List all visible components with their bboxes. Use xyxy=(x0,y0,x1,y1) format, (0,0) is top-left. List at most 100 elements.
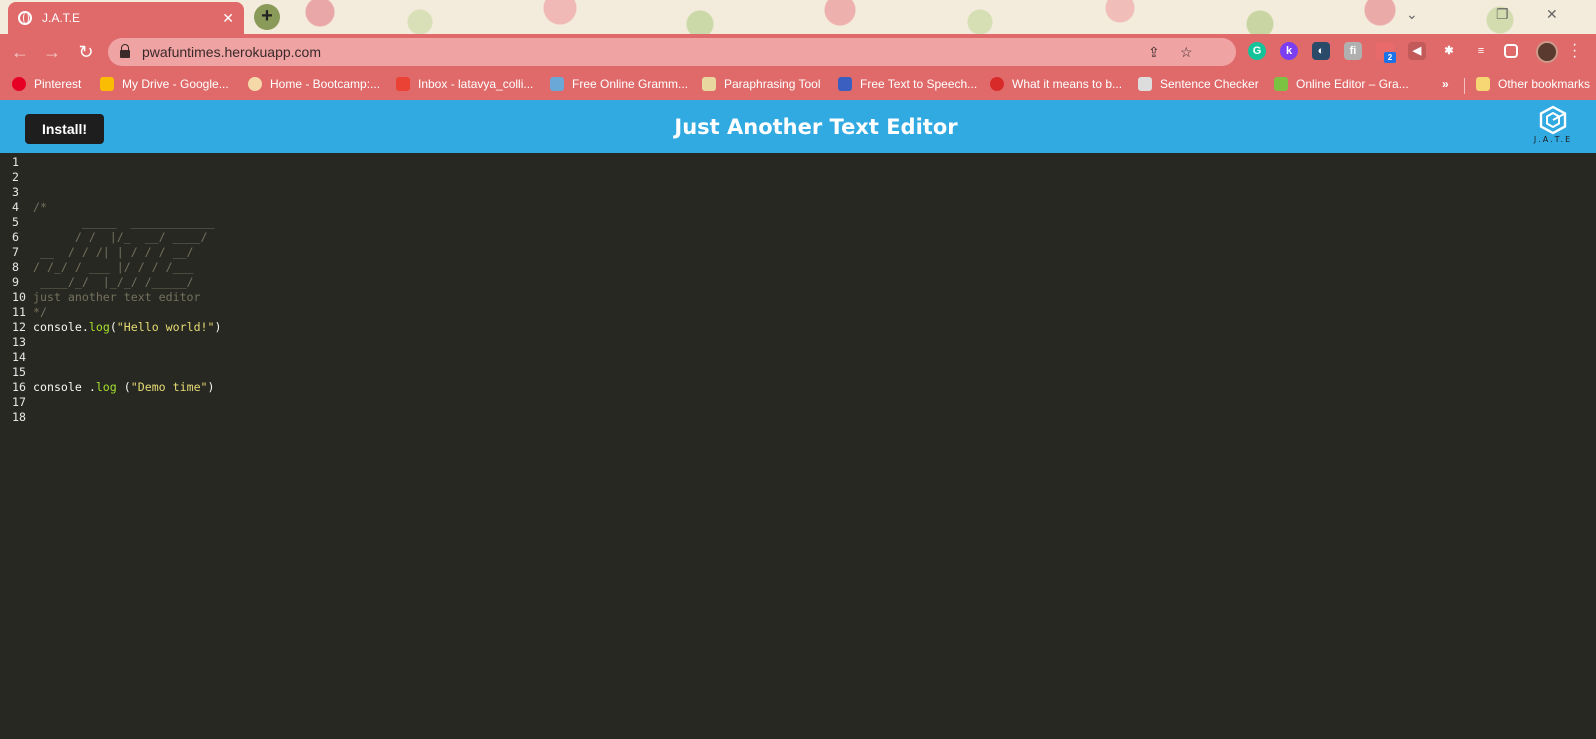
bookmark-text-to-speech[interactable]: Free Text to Speech... xyxy=(838,77,977,91)
code-paren: ) xyxy=(214,320,222,334)
code-comment[interactable]: just another text editor xyxy=(33,290,201,305)
tab-search-icon[interactable]: ⌄ xyxy=(1406,6,1418,23)
line-number: 7 xyxy=(12,245,19,259)
browser-toolbar: ← → ↻ pwafuntimes.herokuapp.com ⇪ ☆ G k … xyxy=(0,34,1596,70)
vscode-extension-icon[interactable]: ◀ xyxy=(1408,42,1426,60)
code-dot: . xyxy=(88,380,96,394)
bookmark-google-drive[interactable]: My Drive - Google... xyxy=(100,77,229,91)
code-comment[interactable]: __ / / /| | / / / __/ xyxy=(33,245,194,260)
line-number: 9 xyxy=(12,275,19,289)
code-function: log xyxy=(95,380,117,394)
logo-text: J.A.T.E xyxy=(1533,135,1573,144)
k-extension-icon[interactable]: k xyxy=(1280,42,1298,60)
url-text[interactable]: pwafuntimes.herokuapp.com xyxy=(142,44,321,60)
line-number: 10 xyxy=(12,290,26,304)
code-function: log xyxy=(88,320,110,334)
side-panel-icon[interactable] xyxy=(1504,44,1518,58)
bookmark-star-icon[interactable]: ☆ xyxy=(1180,44,1193,61)
extension-badge: 2 xyxy=(1384,52,1396,63)
back-arrow-icon[interactable]: ← xyxy=(8,40,32,64)
bookmark-pinterest[interactable]: Pinterest xyxy=(12,77,81,91)
bookmark-what-it-means[interactable]: What it means to b... xyxy=(990,77,1122,91)
code-comment[interactable]: / / |/_ __/ ____/ xyxy=(33,230,208,245)
code-comment[interactable]: */ xyxy=(33,305,47,320)
other-bookmarks[interactable]: Other bookmarks xyxy=(1476,77,1590,91)
code-paren: ( xyxy=(109,320,117,334)
app-header: Install! Just Another Text Editor J.A.T.… xyxy=(0,100,1596,153)
code-string: "Hello world!" xyxy=(116,320,215,334)
jate-logo-icon xyxy=(1539,105,1567,135)
line-number: 14 xyxy=(12,350,26,364)
browser-tab-active[interactable]: J.A.T.E ✕ xyxy=(8,2,244,34)
browser-tab-strip: J.A.T.E ✕ + ⌄ ❐ ✕ xyxy=(0,0,1596,34)
close-window-icon[interactable]: ✕ xyxy=(1546,6,1558,23)
code-comment[interactable]: / /_/ / ___ |/ / / /___ xyxy=(33,260,194,275)
forward-arrow-icon[interactable]: → xyxy=(40,40,64,64)
app-title: Just Another Text Editor xyxy=(674,115,958,139)
sentence-checker-icon xyxy=(1138,77,1152,91)
bookmark-sentence-checker[interactable]: Sentence Checker xyxy=(1138,77,1259,91)
bookmarks-bar: Pinterest My Drive - Google... Home - Bo… xyxy=(0,70,1596,100)
code-string: "Demo time" xyxy=(130,380,208,394)
jate-logo: J.A.T.E xyxy=(1530,105,1576,151)
speech-bubble-icon xyxy=(990,77,1004,91)
close-tab-icon[interactable]: ✕ xyxy=(222,10,234,27)
browser-menu-icon[interactable]: · · · xyxy=(1572,37,1577,65)
new-tab-button[interactable]: + xyxy=(254,4,280,30)
restore-window-icon[interactable]: ❐ xyxy=(1496,6,1509,23)
media-queue-icon[interactable]: ≡ xyxy=(1472,42,1490,60)
bookmark-bootcamp[interactable]: Home - Bootcamp:... xyxy=(248,77,380,91)
google-drive-icon xyxy=(100,77,114,91)
puzzle-extensions-icon[interactable]: ✱ xyxy=(1440,42,1458,60)
text-to-speech-icon xyxy=(838,77,852,91)
code-editor[interactable]: 1 2 3 4 /* 5 _____ ____________ 6 / / |/_… xyxy=(0,153,1596,739)
line-number: 6 xyxy=(12,230,19,244)
bootcamp-icon xyxy=(248,77,262,91)
checkmark-icon xyxy=(1274,77,1288,91)
line-number: 13 xyxy=(12,335,26,349)
pinterest-icon xyxy=(12,77,26,91)
lock-icon xyxy=(120,44,130,58)
line-number: 12 xyxy=(12,320,26,334)
profile-avatar[interactable] xyxy=(1536,41,1558,63)
share-icon[interactable]: ⇪ xyxy=(1148,44,1160,61)
code-comment[interactable]: _____ ____________ xyxy=(33,215,215,230)
line-number: 3 xyxy=(12,185,19,199)
line-number: 5 xyxy=(12,215,19,229)
tab-title: J.A.T.E xyxy=(42,11,81,25)
more-bookmarks-chevron-icon[interactable]: » xyxy=(1442,77,1449,91)
code-object: console xyxy=(33,380,89,394)
code-comment[interactable]: ____/_/ |_/_/ /_____/ xyxy=(33,275,194,290)
code-object: console xyxy=(33,320,82,334)
grammar-icon xyxy=(550,77,564,91)
gmail-icon xyxy=(396,77,410,91)
line-number: 15 xyxy=(12,365,26,379)
line-number: 4 xyxy=(12,200,19,214)
code-comment[interactable]: /* xyxy=(33,200,47,215)
line-number: 1 xyxy=(12,155,19,169)
bookmark-gmail-inbox[interactable]: Inbox - latavya_colli... xyxy=(396,77,533,91)
tag-extension-icon[interactable]: 2 xyxy=(1376,42,1396,63)
grammarly-extension-icon[interactable]: G xyxy=(1248,42,1266,60)
address-bar[interactable]: pwafuntimes.herokuapp.com ⇪ ☆ xyxy=(108,38,1236,66)
line-number: 8 xyxy=(12,260,19,274)
line-number: 2 xyxy=(12,170,19,184)
line-number: 16 xyxy=(12,380,26,394)
code-paren: ) xyxy=(207,380,215,394)
folder-icon xyxy=(1476,77,1490,91)
code-paren: ( xyxy=(116,380,131,394)
code-statement[interactable]: console .log ("Demo time") xyxy=(33,380,215,395)
line-number: 17 xyxy=(12,395,26,409)
code-statement[interactable]: console.log("Hello world!") xyxy=(33,320,222,335)
font-extension-icon[interactable]: fi xyxy=(1344,42,1362,60)
bookmark-grammar[interactable]: Free Online Gramm... xyxy=(550,77,688,91)
line-number: 11 xyxy=(12,305,26,319)
bookmark-paraphrasing[interactable]: Paraphrasing Tool xyxy=(702,77,821,91)
screen-extension-icon[interactable]: ◐ xyxy=(1312,42,1330,60)
line-number: 18 xyxy=(12,410,26,424)
paraphrasing-icon xyxy=(702,77,716,91)
reload-icon[interactable]: ↻ xyxy=(74,40,98,64)
bookmarks-divider xyxy=(1464,78,1465,94)
bookmark-online-editor[interactable]: Online Editor – Gra... xyxy=(1274,77,1409,91)
globe-icon xyxy=(18,11,32,25)
